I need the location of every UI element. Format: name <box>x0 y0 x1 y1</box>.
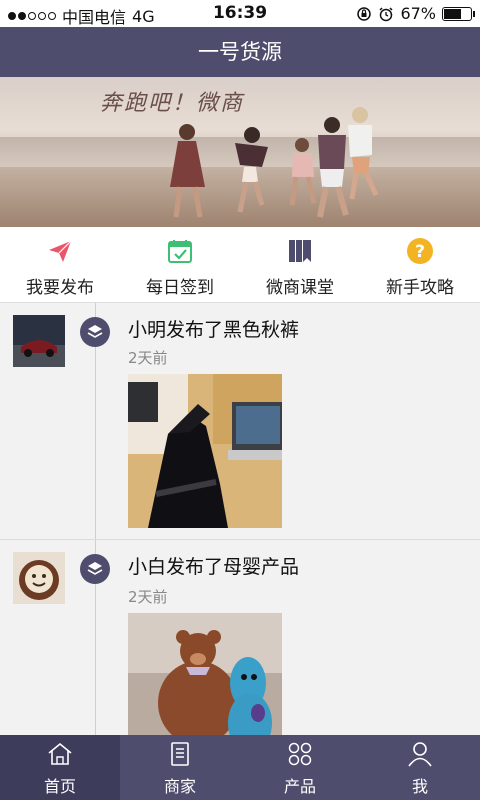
home-icon <box>48 742 72 765</box>
books-icon <box>286 237 314 265</box>
menu-item-classroom[interactable]: 微商课堂 <box>240 227 360 302</box>
post-time: 2天前 <box>128 349 168 367</box>
post-image[interactable] <box>128 613 282 735</box>
tab-products[interactable]: 产品 <box>240 735 360 800</box>
feed-item[interactable]: 小白发布了母婴产品 2天前 <box>0 540 480 735</box>
tab-label: 产品 <box>283 777 316 796</box>
post-title[interactable]: 小明发布了黑色秋裤 <box>128 315 299 342</box>
question-circle-icon: ? <box>406 237 434 265</box>
menu-label: 微商课堂 <box>266 278 334 298</box>
status-bar: 中国电信 4G 16:39 67% <box>0 0 480 27</box>
document-icon <box>171 742 189 766</box>
user-icon <box>408 742 432 767</box>
tab-me[interactable]: 我 <box>360 735 480 800</box>
alarm-icon <box>379 6 393 21</box>
battery-percent: 67% <box>400 4 436 23</box>
product-badge-icon <box>80 554 110 584</box>
tab-label: 我 <box>411 777 428 796</box>
post-title[interactable]: 小白发布了母婴产品 <box>128 552 299 579</box>
avatar[interactable] <box>13 552 65 604</box>
tab-label: 商家 <box>163 777 196 796</box>
post-time: 2天前 <box>128 588 168 606</box>
tab-merchants[interactable]: 商家 <box>120 735 240 800</box>
banner-image[interactable]: 奔跑吧！微商 <box>0 77 480 227</box>
calendar-check-icon <box>166 237 194 265</box>
menu-label: 每日签到 <box>146 278 214 298</box>
beach-runners-illustration <box>170 107 379 218</box>
page-title: 一号货源 <box>0 27 480 77</box>
activity-feed[interactable]: 小明发布了黑色秋裤 2天前 小白发布了母婴产品 2天前 <box>0 303 480 735</box>
feed-item[interactable]: 小明发布了黑色秋裤 2天前 <box>0 303 480 540</box>
post-image[interactable] <box>128 374 282 528</box>
battery-icon <box>442 6 475 21</box>
menu-item-checkin[interactable]: 每日签到 <box>120 227 240 302</box>
svg-text:?: ? <box>415 242 425 262</box>
bottom-tab-bar: 首页 商家 产品 我 <box>0 735 480 800</box>
avatar[interactable] <box>13 315 65 367</box>
paper-plane-icon <box>46 237 74 265</box>
rotation-lock-icon <box>357 6 372 21</box>
product-badge-icon <box>80 317 110 347</box>
tab-label: 首页 <box>43 777 76 796</box>
grid-icon <box>288 742 312 766</box>
menu-item-guide[interactable]: ? 新手攻略 <box>360 227 480 302</box>
menu-label: 我要发布 <box>26 278 94 298</box>
menu-label: 新手攻略 <box>386 278 454 298</box>
menu-item-publish[interactable]: 我要发布 <box>0 227 120 302</box>
tab-home[interactable]: 首页 <box>0 735 120 800</box>
quick-menu: 我要发布 每日签到 微商课堂 ? 新手攻略 <box>0 227 480 303</box>
